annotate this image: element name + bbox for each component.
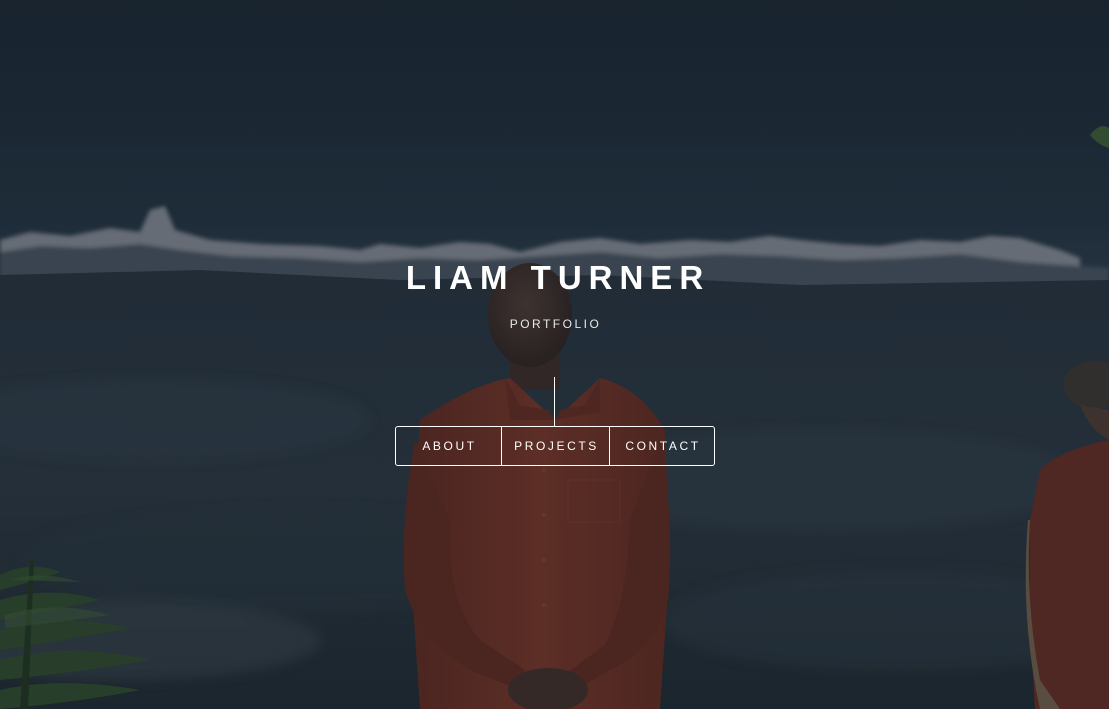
hero-section: LIAM TURNER PORTFOLIO ABOUT PROJECTS CON… bbox=[0, 0, 1109, 709]
main-navigation: ABOUT PROJECTS CONTACT bbox=[395, 426, 715, 466]
site-title: LIAM TURNER bbox=[405, 259, 711, 296]
vertical-divider-line bbox=[554, 377, 555, 426]
site-subtitle: PORTFOLIO bbox=[509, 317, 602, 331]
nav-item-contact[interactable]: CONTACT bbox=[609, 427, 714, 465]
dark-overlay bbox=[0, 0, 1109, 709]
nav-item-about[interactable]: ABOUT bbox=[396, 427, 501, 465]
nav-item-projects[interactable]: PROJECTS bbox=[501, 427, 609, 465]
